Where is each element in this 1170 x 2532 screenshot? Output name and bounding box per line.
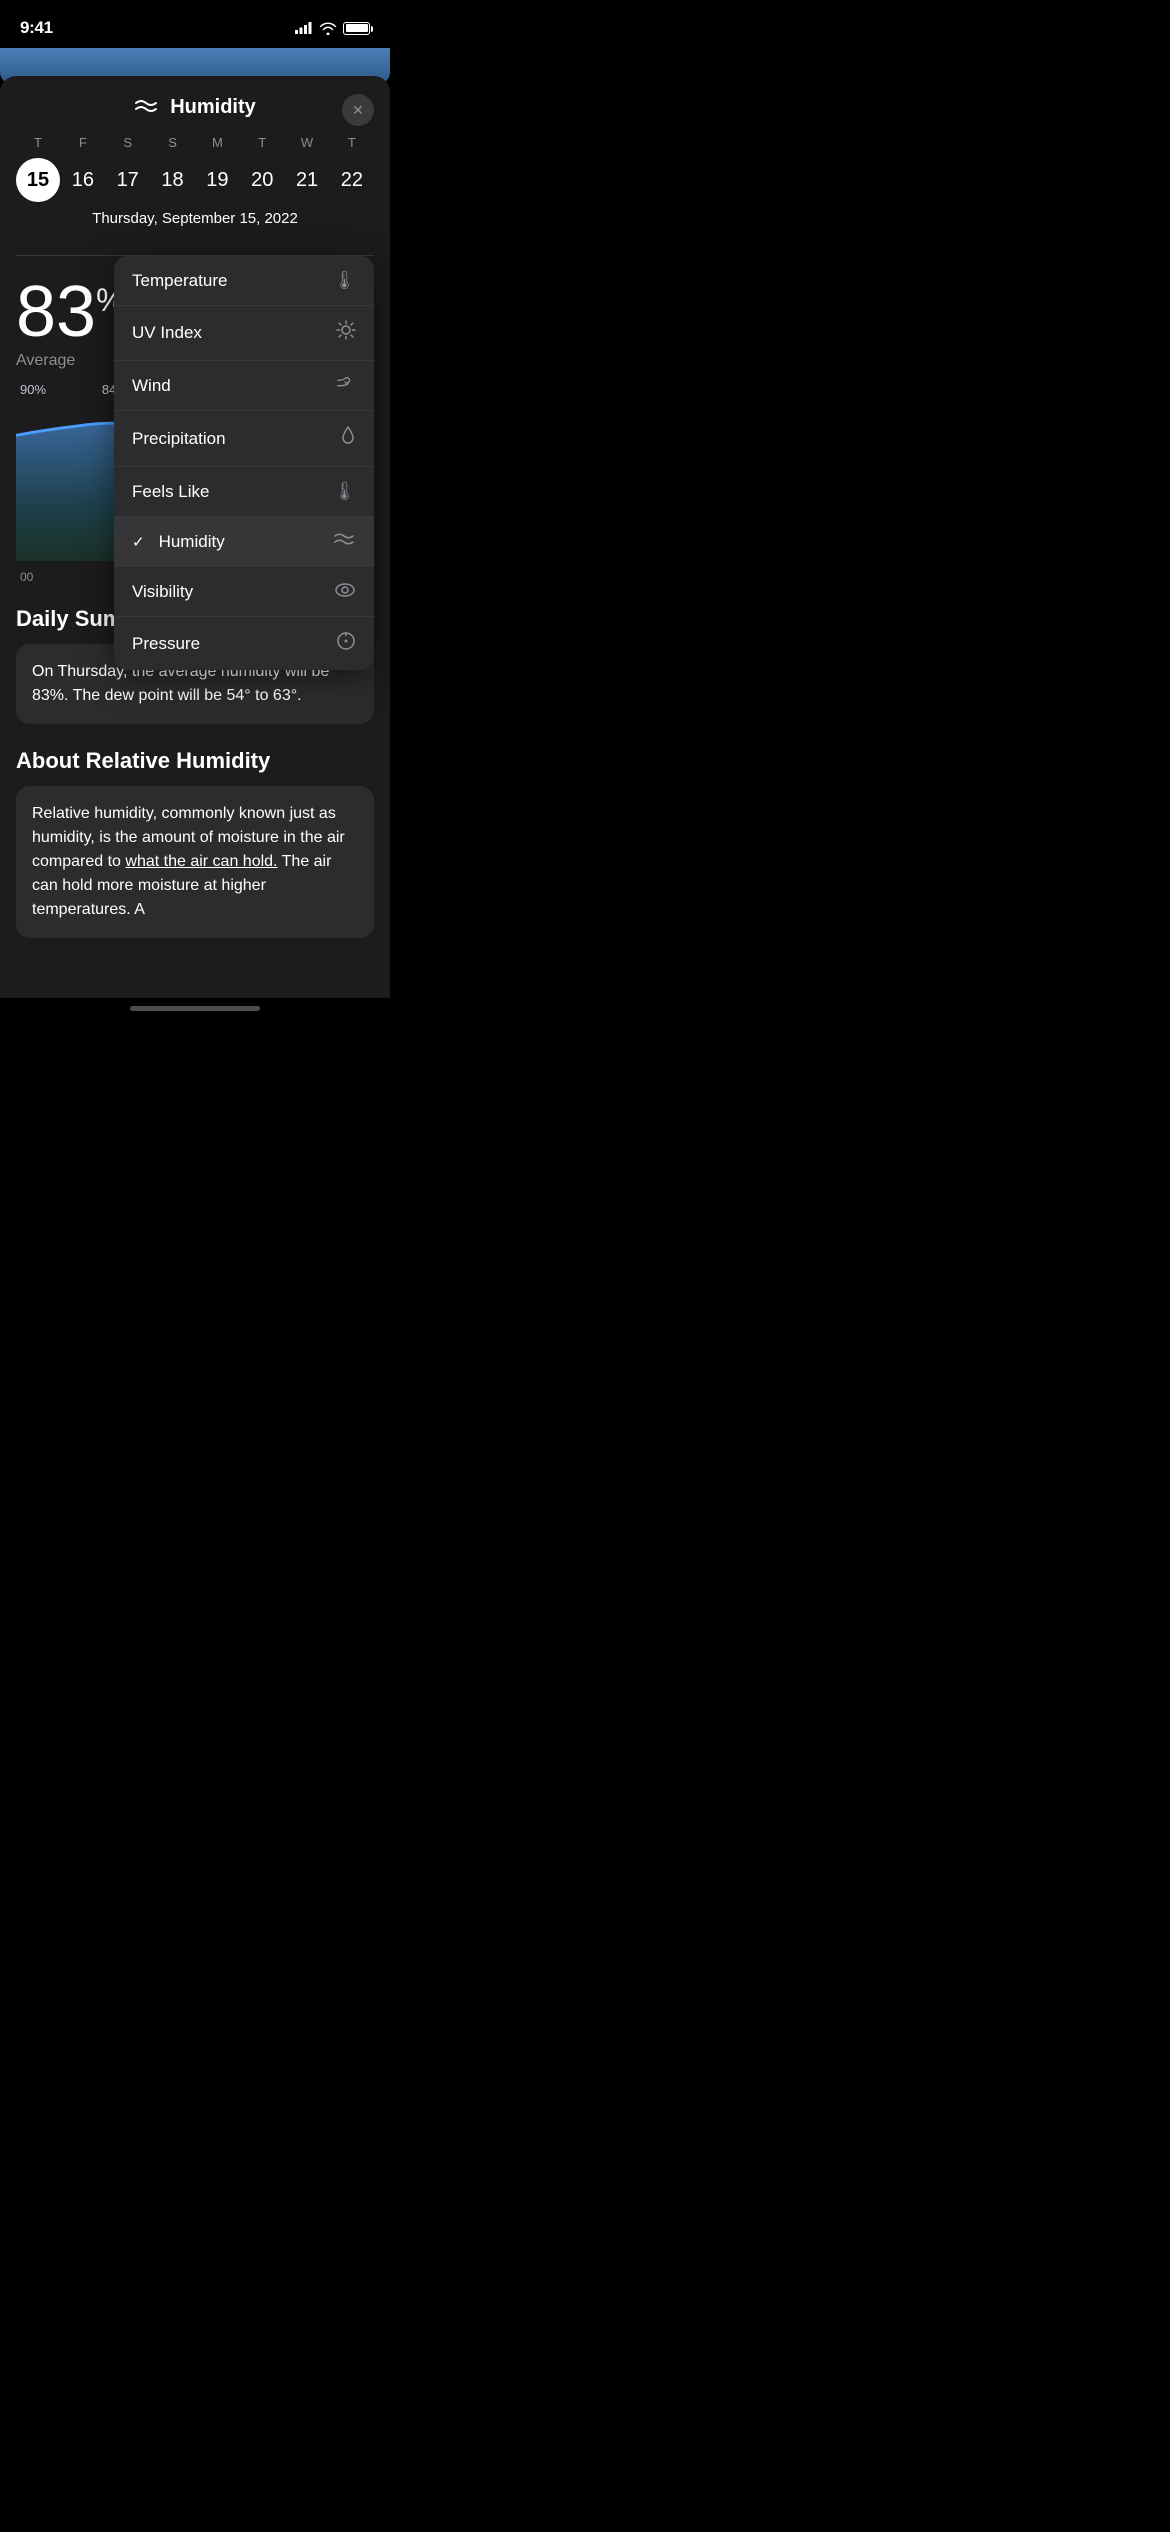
visibility-icon — [334, 581, 356, 602]
day-label-0: T — [16, 135, 60, 150]
calendar-date-21[interactable]: 21 — [285, 158, 329, 202]
dropdown-label-pressure: Pressure — [132, 634, 200, 654]
dropdown-item-humidity[interactable]: ✓ Humidity — [114, 517, 374, 567]
status-time: 9:41 — [20, 18, 53, 38]
humidity-menu-icon — [334, 531, 356, 552]
calendar-date-19[interactable]: 19 — [195, 158, 239, 202]
dropdown-item-wind[interactable]: Wind — [114, 361, 374, 411]
about-title: About Relative Humidity — [16, 748, 374, 774]
day-label-6: W — [285, 135, 329, 150]
sheet-title: Humidity — [134, 96, 256, 119]
dropdown-menu: Temperature 🌡 UV Index — [114, 256, 374, 670]
pressure-icon — [336, 631, 356, 656]
sheet-title-text: Humidity — [170, 96, 256, 119]
dropdown-item-feelslike[interactable]: Feels Like 🌡 — [114, 467, 374, 517]
temperature-icon: 🌡 — [333, 270, 356, 291]
day-label-4: M — [195, 135, 239, 150]
sheet-header: Humidity ✕ — [0, 76, 390, 135]
signal-icon — [295, 22, 313, 34]
about-text: Relative humidity, commonly known just a… — [32, 805, 345, 918]
home-indicator-area — [0, 998, 390, 1027]
close-icon: ✕ — [352, 102, 364, 119]
calendar-date-18[interactable]: 18 — [151, 158, 195, 202]
humidity-title-icon — [134, 97, 162, 119]
about-section: About Relative Humidity Relative humidit… — [0, 724, 390, 978]
calendar-days-header: T F S S M T W T — [16, 135, 374, 150]
dropdown-label-wind: Wind — [132, 376, 171, 396]
battery-icon — [343, 22, 370, 35]
dropdown-label-precipitation: Precipitation — [132, 429, 226, 449]
home-indicator — [130, 1006, 260, 1011]
day-label-7: T — [330, 135, 374, 150]
day-label-3: S — [151, 135, 195, 150]
metric-section: 83% Average ▾ Temperature 🌡 UV Index — [0, 256, 390, 370]
calendar-date-17[interactable]: 17 — [106, 158, 150, 202]
dropdown-label-humidity: Humidity — [159, 532, 225, 552]
calendar-date-15[interactable]: 15 — [16, 158, 60, 202]
wifi-icon — [319, 21, 337, 35]
dropdown-item-visibility[interactable]: Visibility — [114, 567, 374, 617]
metric-number: 83 — [16, 272, 96, 352]
day-label-2: S — [106, 135, 150, 150]
precipitation-icon — [340, 425, 356, 452]
about-card: Relative humidity, commonly known just a… — [16, 786, 374, 938]
time-label-00: 00 — [20, 570, 33, 582]
weather-sheet: Humidity ✕ T F S S M T W T 15 16 17 18 1… — [0, 76, 390, 998]
status-icons — [295, 21, 370, 35]
uvindex-icon — [336, 320, 356, 346]
calendar-dates: 15 16 17 18 19 20 21 22 — [16, 158, 374, 202]
chart-pct-90: 90% — [20, 382, 46, 397]
dropdown-item-precipitation[interactable]: Precipitation — [114, 411, 374, 467]
day-label-5: T — [240, 135, 284, 150]
full-date: Thursday, September 15, 2022 — [16, 202, 374, 243]
close-button[interactable]: ✕ — [342, 94, 374, 126]
dropdown-item-uvindex[interactable]: UV Index — [114, 306, 374, 361]
about-text-underlined: what the air can hold. — [125, 853, 277, 870]
calendar: T F S S M T W T 15 16 17 18 19 20 21 22 … — [0, 135, 390, 255]
calendar-date-16[interactable]: 16 — [61, 158, 105, 202]
feelslike-icon: 🌡 — [333, 481, 356, 502]
status-bar: 9:41 — [0, 0, 390, 48]
dropdown-label-visibility: Visibility — [132, 582, 193, 602]
dropdown-label-feelslike: Feels Like — [132, 482, 209, 502]
calendar-date-22[interactable]: 22 — [330, 158, 374, 202]
wind-icon — [336, 375, 356, 396]
humidity-checkmark: ✓ — [132, 533, 145, 551]
dropdown-label-uvindex: UV Index — [132, 323, 202, 343]
dropdown-item-pressure[interactable]: Pressure — [114, 617, 374, 670]
calendar-date-20[interactable]: 20 — [240, 158, 284, 202]
dropdown-item-temperature[interactable]: Temperature 🌡 — [114, 256, 374, 306]
day-label-1: F — [61, 135, 105, 150]
dropdown-label-temperature: Temperature — [132, 271, 227, 291]
